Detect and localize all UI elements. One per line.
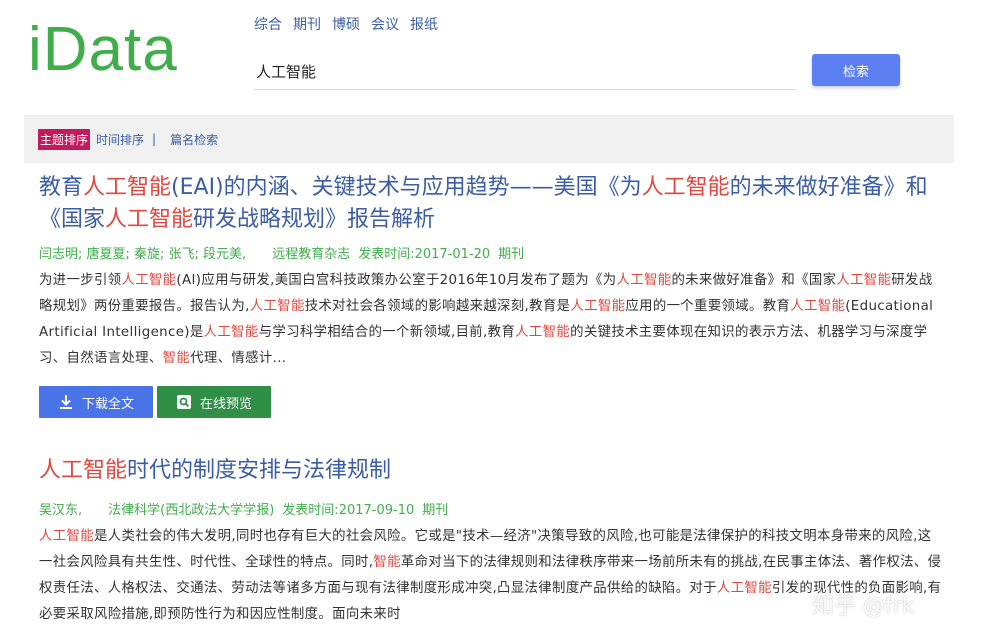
logo[interactable]: iData [28,14,178,86]
result-date-label: 发表时间: [358,247,415,262]
text-segment: 与学习科学相结合的一个新领域,目前,教育 [258,325,516,340]
text-segment: 技术对社会各领域的影响越来越深刻,教育是 [304,299,571,314]
result-abstract: 为进一步引领人工智能(AI)应用与研发,美国白宫科技政策办公室于2016年10月… [39,268,944,372]
title-search-link[interactable]: 篇名检索 [170,131,218,148]
download-label: 下载全文 [81,395,134,411]
result-date: 2017-09-10 [338,503,415,518]
result-type: 期刊 [422,503,449,518]
text-segment: 代理、情感计... [190,351,287,366]
highlight-keyword: 人工智能 [836,273,892,288]
highlight-keyword: 人工智能 [616,273,672,288]
text-segment: 时代的制度安排与法律规制 [127,458,392,483]
text-segment: 研发战略规划》报告解析 [193,207,436,232]
result-actions: 下载全文 在线预览 [39,386,944,418]
result-type: 期刊 [498,247,525,262]
sort-by-time[interactable]: 时间排序 [96,131,144,148]
highlight-keyword: 人工智能 [105,207,194,232]
result-item: 教育人工智能(EAI)的内涵、关键技术与应用趋势——美国《为人工智能的未来做好准… [39,172,944,418]
search-button[interactable]: 检索 [812,54,900,86]
highlight-keyword: 人工智能 [790,299,846,314]
nav-all[interactable]: 综合 [254,14,282,34]
highlight-keyword: 人工智能 [716,581,772,596]
result-authors[interactable]: 闫志明; 唐夏夏; 秦旋; 张飞; 段元美, [39,247,246,262]
watermark: 知乎 @frk [812,594,915,619]
result-title[interactable]: 人工智能时代的制度安排与法律规制 [39,455,944,487]
nav-journals[interactable]: 期刊 [293,14,321,34]
nav-conferences[interactable]: 会议 [371,14,399,34]
highlight-keyword: 智能 [373,555,401,570]
nav-theses[interactable]: 博硕 [332,14,360,34]
result-meta: 吴汉东, 法律科学(西北政法大学学报) 发表时间:2017-09-10 期刊 [39,501,944,521]
result-date: 2017-01-20 [414,247,491,262]
result-abstract: 人工智能是人类社会的伟大发明,同时也存有巨大的社会风险。它或是"技术—经济"决策… [39,524,944,628]
preview-label: 在线预览 [199,395,252,411]
highlight-keyword: 人工智能 [39,529,94,544]
download-icon [59,395,72,409]
search-input[interactable] [254,54,796,90]
highlight-keyword: 人工智能 [515,325,571,340]
preview-icon [176,395,191,409]
sort-by-topic[interactable]: 主题排序 [38,128,91,150]
highlight-keyword: 人工智能 [570,299,626,314]
highlight-keyword: 人工智能 [121,273,177,288]
highlight-keyword: 人工智能 [249,299,305,314]
sort-separator: | [152,132,157,146]
result-authors[interactable]: 吴汉东, [39,503,82,518]
preview-button[interactable]: 在线预览 [157,386,271,418]
text-segment: 教育 [39,175,84,200]
highlight-keyword: 智能 [162,351,191,366]
nav-newspapers[interactable]: 报纸 [410,14,438,34]
highlight-keyword: 人工智能 [203,325,259,340]
category-nav: 综合 期刊 博硕 会议 报纸 [254,14,438,34]
text-segment: (EAI)的内涵、关键技术与应用趋势——美国《为 [171,175,642,200]
text-segment: 的未来做好准备》和《国家 [671,273,837,288]
download-button[interactable]: 下载全文 [39,386,153,418]
result-title[interactable]: 教育人工智能(EAI)的内涵、关键技术与应用趋势——美国《为人工智能的未来做好准… [39,172,944,236]
result-source[interactable]: 远程教育杂志 [272,247,350,262]
result-meta: 闫志明; 唐夏夏; 秦旋; 张飞; 段元美, 远程教育杂志 发表时间:2017-01… [39,245,944,265]
result-source[interactable]: 法律科学(西北政法大学学报) [108,503,274,518]
result-date-label: 发表时间: [282,503,339,518]
text-segment: (AI)应用与研发,美国白宫科技政策办公室于2016年10月发布了题为《为 [176,273,617,288]
text-segment: 应用的一个重要领域。教育 [625,299,791,314]
result-item: 人工智能时代的制度安排与法律规制 吴汉东, 法律科学(西北政法大学学报) 发表时间:… [39,455,944,628]
highlight-keyword: 人工智能 [39,458,128,483]
text-segment: 为进一步引领 [39,273,122,288]
sort-bar: 主题排序 时间排序 | 篇名检索 [24,115,954,163]
highlight-keyword: 人工智能 [641,175,730,200]
highlight-keyword: 人工智能 [83,175,172,200]
